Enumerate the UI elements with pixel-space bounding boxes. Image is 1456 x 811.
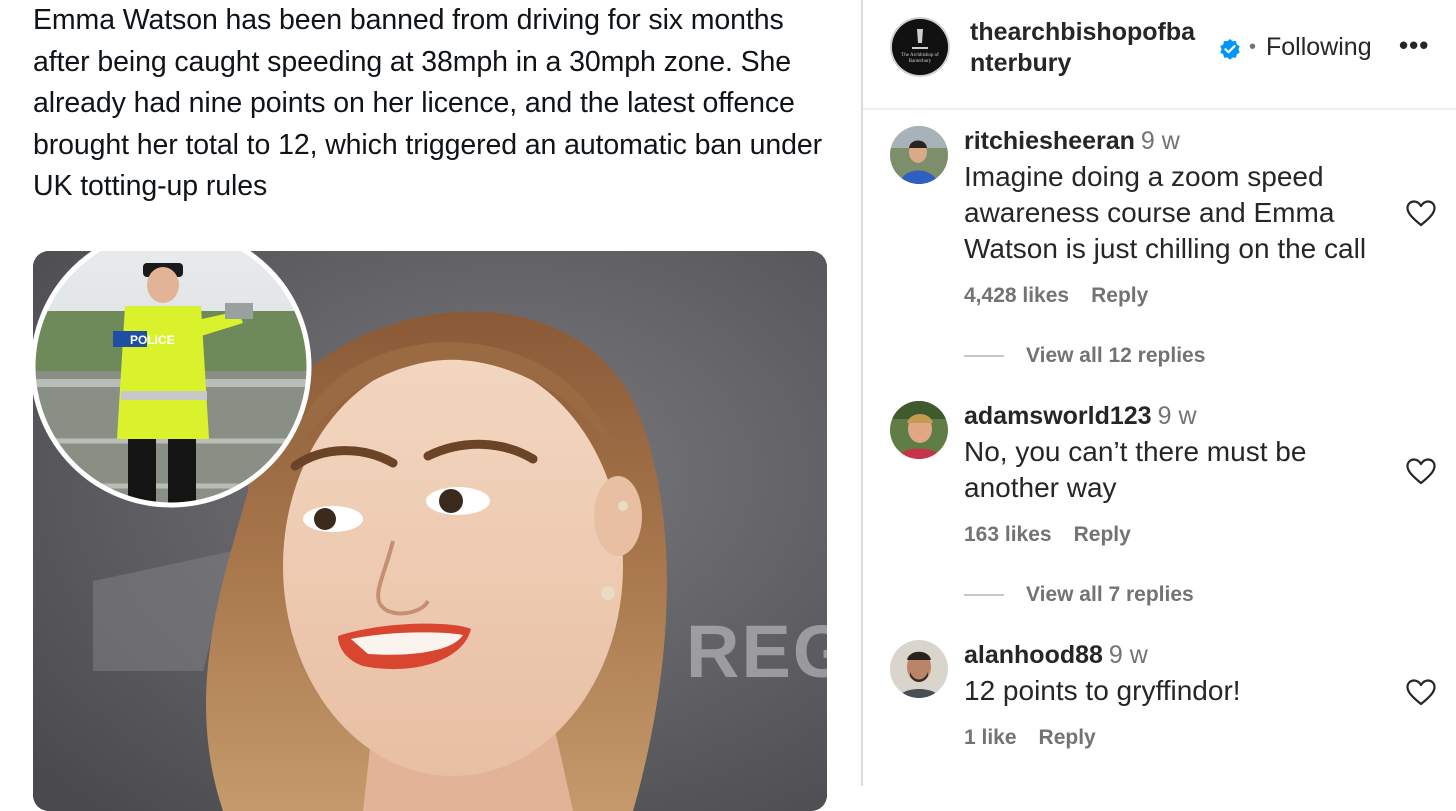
avatar-photo-icon bbox=[890, 401, 948, 459]
post-image[interactable]: POLICE REG bbox=[33, 251, 827, 811]
more-options-icon[interactable]: ••• bbox=[1399, 30, 1429, 61]
comment-username[interactable]: alanhood88 9 w bbox=[964, 641, 1148, 670]
avatar-photo-icon bbox=[890, 126, 948, 184]
commenter-avatar[interactable] bbox=[890, 640, 948, 698]
view-replies-label[interactable]: View all 7 replies bbox=[1026, 583, 1194, 606]
post-header: The Archbishop of Banterbury thearchbish… bbox=[863, 0, 1456, 110]
replies-line bbox=[964, 594, 1004, 597]
comment-time: 9 w bbox=[1157, 402, 1197, 430]
verified-badge-icon bbox=[1220, 39, 1240, 60]
reply-button[interactable]: Reply bbox=[1074, 523, 1131, 546]
comment-text: Imagine doing a zoom speed awareness cou… bbox=[964, 161, 1367, 264]
comment-username-text[interactable]: adamsworld123 bbox=[964, 402, 1152, 430]
view-replies-label[interactable]: View all 12 replies bbox=[1026, 344, 1205, 367]
svg-text:The Archbishop of: The Archbishop of bbox=[901, 53, 939, 58]
like-heart-icon[interactable] bbox=[1406, 458, 1436, 485]
post-author-username[interactable]: thearchbishopofbanterbury bbox=[970, 17, 1210, 79]
post-text: Emma Watson has been banned from driving… bbox=[33, 4, 823, 202]
backdrop-text: REG bbox=[686, 610, 827, 693]
profile-avatar[interactable]: The Archbishop of Banterbury bbox=[892, 19, 948, 75]
post-image-illustration: POLICE bbox=[33, 251, 827, 811]
post-pane: Emma Watson has been banned from driving… bbox=[0, 0, 862, 811]
header-separator: • bbox=[1249, 36, 1257, 58]
commenter-avatar[interactable] bbox=[890, 401, 948, 459]
comment-meta: 1 like Reply bbox=[964, 726, 1096, 750]
comment-meta: 4,428 likes Reply bbox=[964, 284, 1148, 308]
comment-likes[interactable]: 1 like bbox=[964, 726, 1017, 749]
svg-text:Banterbury: Banterbury bbox=[909, 59, 932, 64]
comment-meta: 163 likes Reply bbox=[964, 523, 1131, 547]
screenshot-root: Emma Watson has been banned from driving… bbox=[0, 0, 1456, 811]
comment-time: 9 w bbox=[1108, 641, 1148, 669]
comment-username[interactable]: adamsworld123 9 w bbox=[964, 402, 1197, 431]
following-button[interactable]: Following bbox=[1266, 33, 1372, 62]
comment-username-text[interactable]: ritchiesheeran bbox=[964, 127, 1135, 155]
comment-text: 12 points to gryffindor! bbox=[964, 675, 1241, 706]
avatar-photo-icon bbox=[890, 640, 948, 698]
comment-username[interactable]: ritchiesheeran 9 w bbox=[964, 127, 1180, 156]
like-heart-icon[interactable] bbox=[1406, 679, 1436, 706]
reply-button[interactable]: Reply bbox=[1039, 726, 1096, 749]
replies-line bbox=[964, 355, 1004, 358]
comment-time: 9 w bbox=[1140, 127, 1180, 155]
view-replies-button[interactable]: View all 7 replies bbox=[964, 583, 1194, 607]
comment-text: No, you can’t there must be another way bbox=[964, 436, 1307, 503]
comment-username-text[interactable]: alanhood88 bbox=[964, 641, 1103, 669]
comments-pane: The Archbishop of Banterbury thearchbish… bbox=[863, 0, 1456, 786]
commenter-avatar[interactable] bbox=[890, 126, 948, 184]
reply-button[interactable]: Reply bbox=[1091, 284, 1148, 307]
police-badge-text: POLICE bbox=[130, 333, 175, 347]
comment-likes[interactable]: 163 likes bbox=[964, 523, 1052, 546]
archbishop-logo-icon: The Archbishop of Banterbury bbox=[892, 19, 948, 75]
like-heart-icon[interactable] bbox=[1406, 200, 1436, 227]
view-replies-button[interactable]: View all 12 replies bbox=[964, 344, 1205, 368]
comment-likes[interactable]: 4,428 likes bbox=[964, 284, 1069, 307]
